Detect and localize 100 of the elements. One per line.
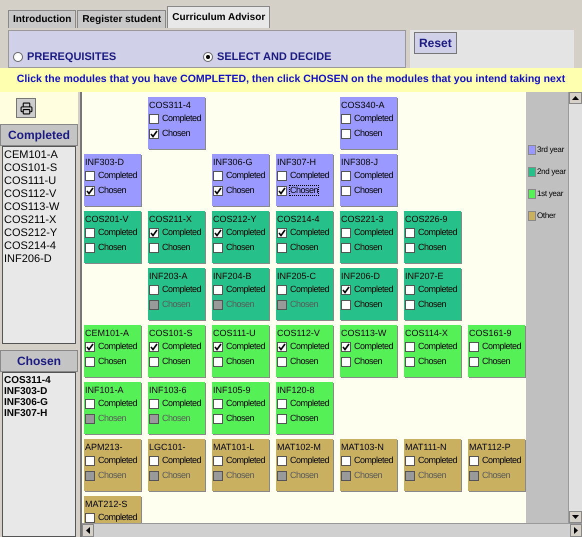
reset-button[interactable]: Reset [414, 32, 457, 54]
checkbox[interactable] [277, 456, 287, 466]
checkbox[interactable] [277, 242, 287, 252]
checkbox[interactable] [341, 128, 351, 138]
scroll-up-icon[interactable] [569, 92, 582, 104]
module-card[interactable]: COS201-V Completed Chosen [84, 211, 141, 263]
list-item[interactable]: COS113-W [4, 201, 75, 214]
list-item[interactable]: COS112-V [4, 188, 75, 201]
list-item[interactable]: COS111-U [4, 175, 75, 188]
checkbox[interactable] [85, 356, 95, 366]
module-card[interactable]: COS226-9 Completed Chosen [404, 211, 461, 263]
checkbox[interactable] [277, 186, 287, 196]
checkbox[interactable] [277, 398, 287, 408]
scroll-left-icon[interactable] [82, 524, 94, 537]
checkbox[interactable] [213, 414, 223, 424]
list-item[interactable]: COS212-Y [4, 227, 75, 240]
list-item[interactable]: INF307-H [4, 408, 75, 419]
checkbox[interactable] [149, 456, 159, 466]
checkbox[interactable] [405, 242, 415, 252]
list-item[interactable]: INF206-D [4, 253, 75, 266]
checkbox[interactable] [213, 242, 223, 252]
module-card[interactable]: COS161-9 Completed Chosen [468, 325, 525, 377]
checkbox[interactable] [85, 456, 95, 466]
module-card[interactable]: INF306-G Completed Chosen [212, 154, 269, 206]
chosen-header[interactable]: Chosen [0, 350, 78, 372]
module-card[interactable]: COS114-X Completed Chosen [404, 325, 461, 377]
checkbox[interactable] [213, 398, 223, 408]
checkbox[interactable] [469, 456, 479, 466]
checkbox[interactable] [85, 228, 95, 238]
module-card[interactable]: COS311-4 Completed Chosen [148, 97, 205, 149]
vertical-scrollbar[interactable] [568, 92, 582, 523]
module-card[interactable]: INF307-H Completed Chosen [276, 154, 333, 206]
list-item[interactable]: COS214-4 [4, 240, 75, 253]
module-card[interactable]: COS211-X Completed Chosen [148, 211, 205, 263]
completed-header[interactable]: Completed [0, 124, 78, 146]
list-item[interactable]: CEM101-A [4, 149, 75, 162]
module-card[interactable]: COS221-3 Completed Chosen [340, 211, 397, 263]
tab[interactable]: Introduction [8, 10, 76, 28]
checkbox[interactable] [213, 186, 223, 196]
checkbox[interactable] [341, 300, 351, 310]
checkbox[interactable] [341, 228, 351, 238]
module-card[interactable]: INF206-D Completed Chosen [340, 268, 397, 320]
checkbox[interactable] [405, 456, 415, 466]
checkbox[interactable] [341, 242, 351, 252]
checkbox[interactable] [213, 228, 223, 238]
checkbox[interactable] [149, 356, 159, 366]
checkbox[interactable] [213, 170, 223, 180]
checkbox[interactable] [85, 186, 95, 196]
tab[interactable]: Curriculum Advisor [167, 6, 270, 28]
checkbox[interactable] [277, 284, 287, 294]
checkbox[interactable] [149, 284, 159, 294]
scroll-down-icon[interactable] [569, 511, 582, 523]
checkbox[interactable] [341, 186, 351, 196]
checkbox[interactable] [405, 342, 415, 352]
module-card[interactable]: INF105-9 Completed Chosen [212, 382, 269, 434]
checkbox[interactable] [213, 456, 223, 466]
module-card[interactable]: COS101-S Completed Chosen [148, 325, 205, 377]
checkbox[interactable] [149, 128, 159, 138]
checkbox[interactable] [149, 242, 159, 252]
list-item[interactable]: COS211-X [4, 214, 75, 227]
list-item[interactable]: COS311-4 [4, 375, 75, 386]
checkbox[interactable] [85, 342, 95, 352]
scroll-right-icon[interactable] [570, 524, 582, 537]
list-item[interactable]: COS101-S [4, 162, 75, 175]
radio-button[interactable] [13, 52, 23, 62]
module-card[interactable]: INF308-J Completed Chosen [340, 154, 397, 206]
checkbox[interactable] [213, 284, 223, 294]
checkbox[interactable] [469, 356, 479, 366]
checkbox[interactable] [405, 300, 415, 310]
module-card[interactable]: COS112-V Completed Chosen [276, 325, 333, 377]
checkbox[interactable] [405, 284, 415, 294]
list-item[interactable]: INF306-G [4, 397, 75, 408]
checkbox[interactable] [341, 114, 351, 124]
checkbox[interactable] [149, 228, 159, 238]
checkbox[interactable] [405, 356, 415, 366]
module-card[interactable]: MAT212-S Completed [84, 496, 141, 523]
module-card[interactable]: INF303-D Completed Chosen [84, 154, 141, 206]
module-card[interactable]: COS113-W Completed Chosen [340, 325, 397, 377]
radio-option[interactable]: PREREQUISITES [13, 48, 203, 65]
checkbox[interactable] [341, 342, 351, 352]
module-card[interactable]: COS111-U Completed Chosen [212, 325, 269, 377]
checkbox[interactable] [85, 170, 95, 180]
checkbox[interactable] [85, 398, 95, 408]
checkbox[interactable] [277, 228, 287, 238]
checkbox[interactable] [277, 170, 287, 180]
radio-option[interactable]: SELECT AND DECIDE [203, 48, 332, 65]
tab[interactable]: Register student [77, 10, 166, 28]
checkbox[interactable] [277, 356, 287, 366]
module-card[interactable]: INF120-8 Completed Chosen [276, 382, 333, 434]
checkbox[interactable] [341, 356, 351, 366]
checkbox[interactable] [469, 342, 479, 352]
checkbox[interactable] [85, 242, 95, 252]
horizontal-scrollbar[interactable] [82, 523, 582, 537]
checkbox[interactable] [85, 512, 95, 522]
checkbox[interactable] [149, 342, 159, 352]
print-button[interactable] [16, 98, 36, 118]
module-card[interactable]: INF207-E Completed Chosen [404, 268, 461, 320]
module-card[interactable]: COS212-Y Completed Chosen [212, 211, 269, 263]
checkbox[interactable] [149, 114, 159, 124]
module-card[interactable]: CEM101-A Completed Chosen [84, 325, 141, 377]
